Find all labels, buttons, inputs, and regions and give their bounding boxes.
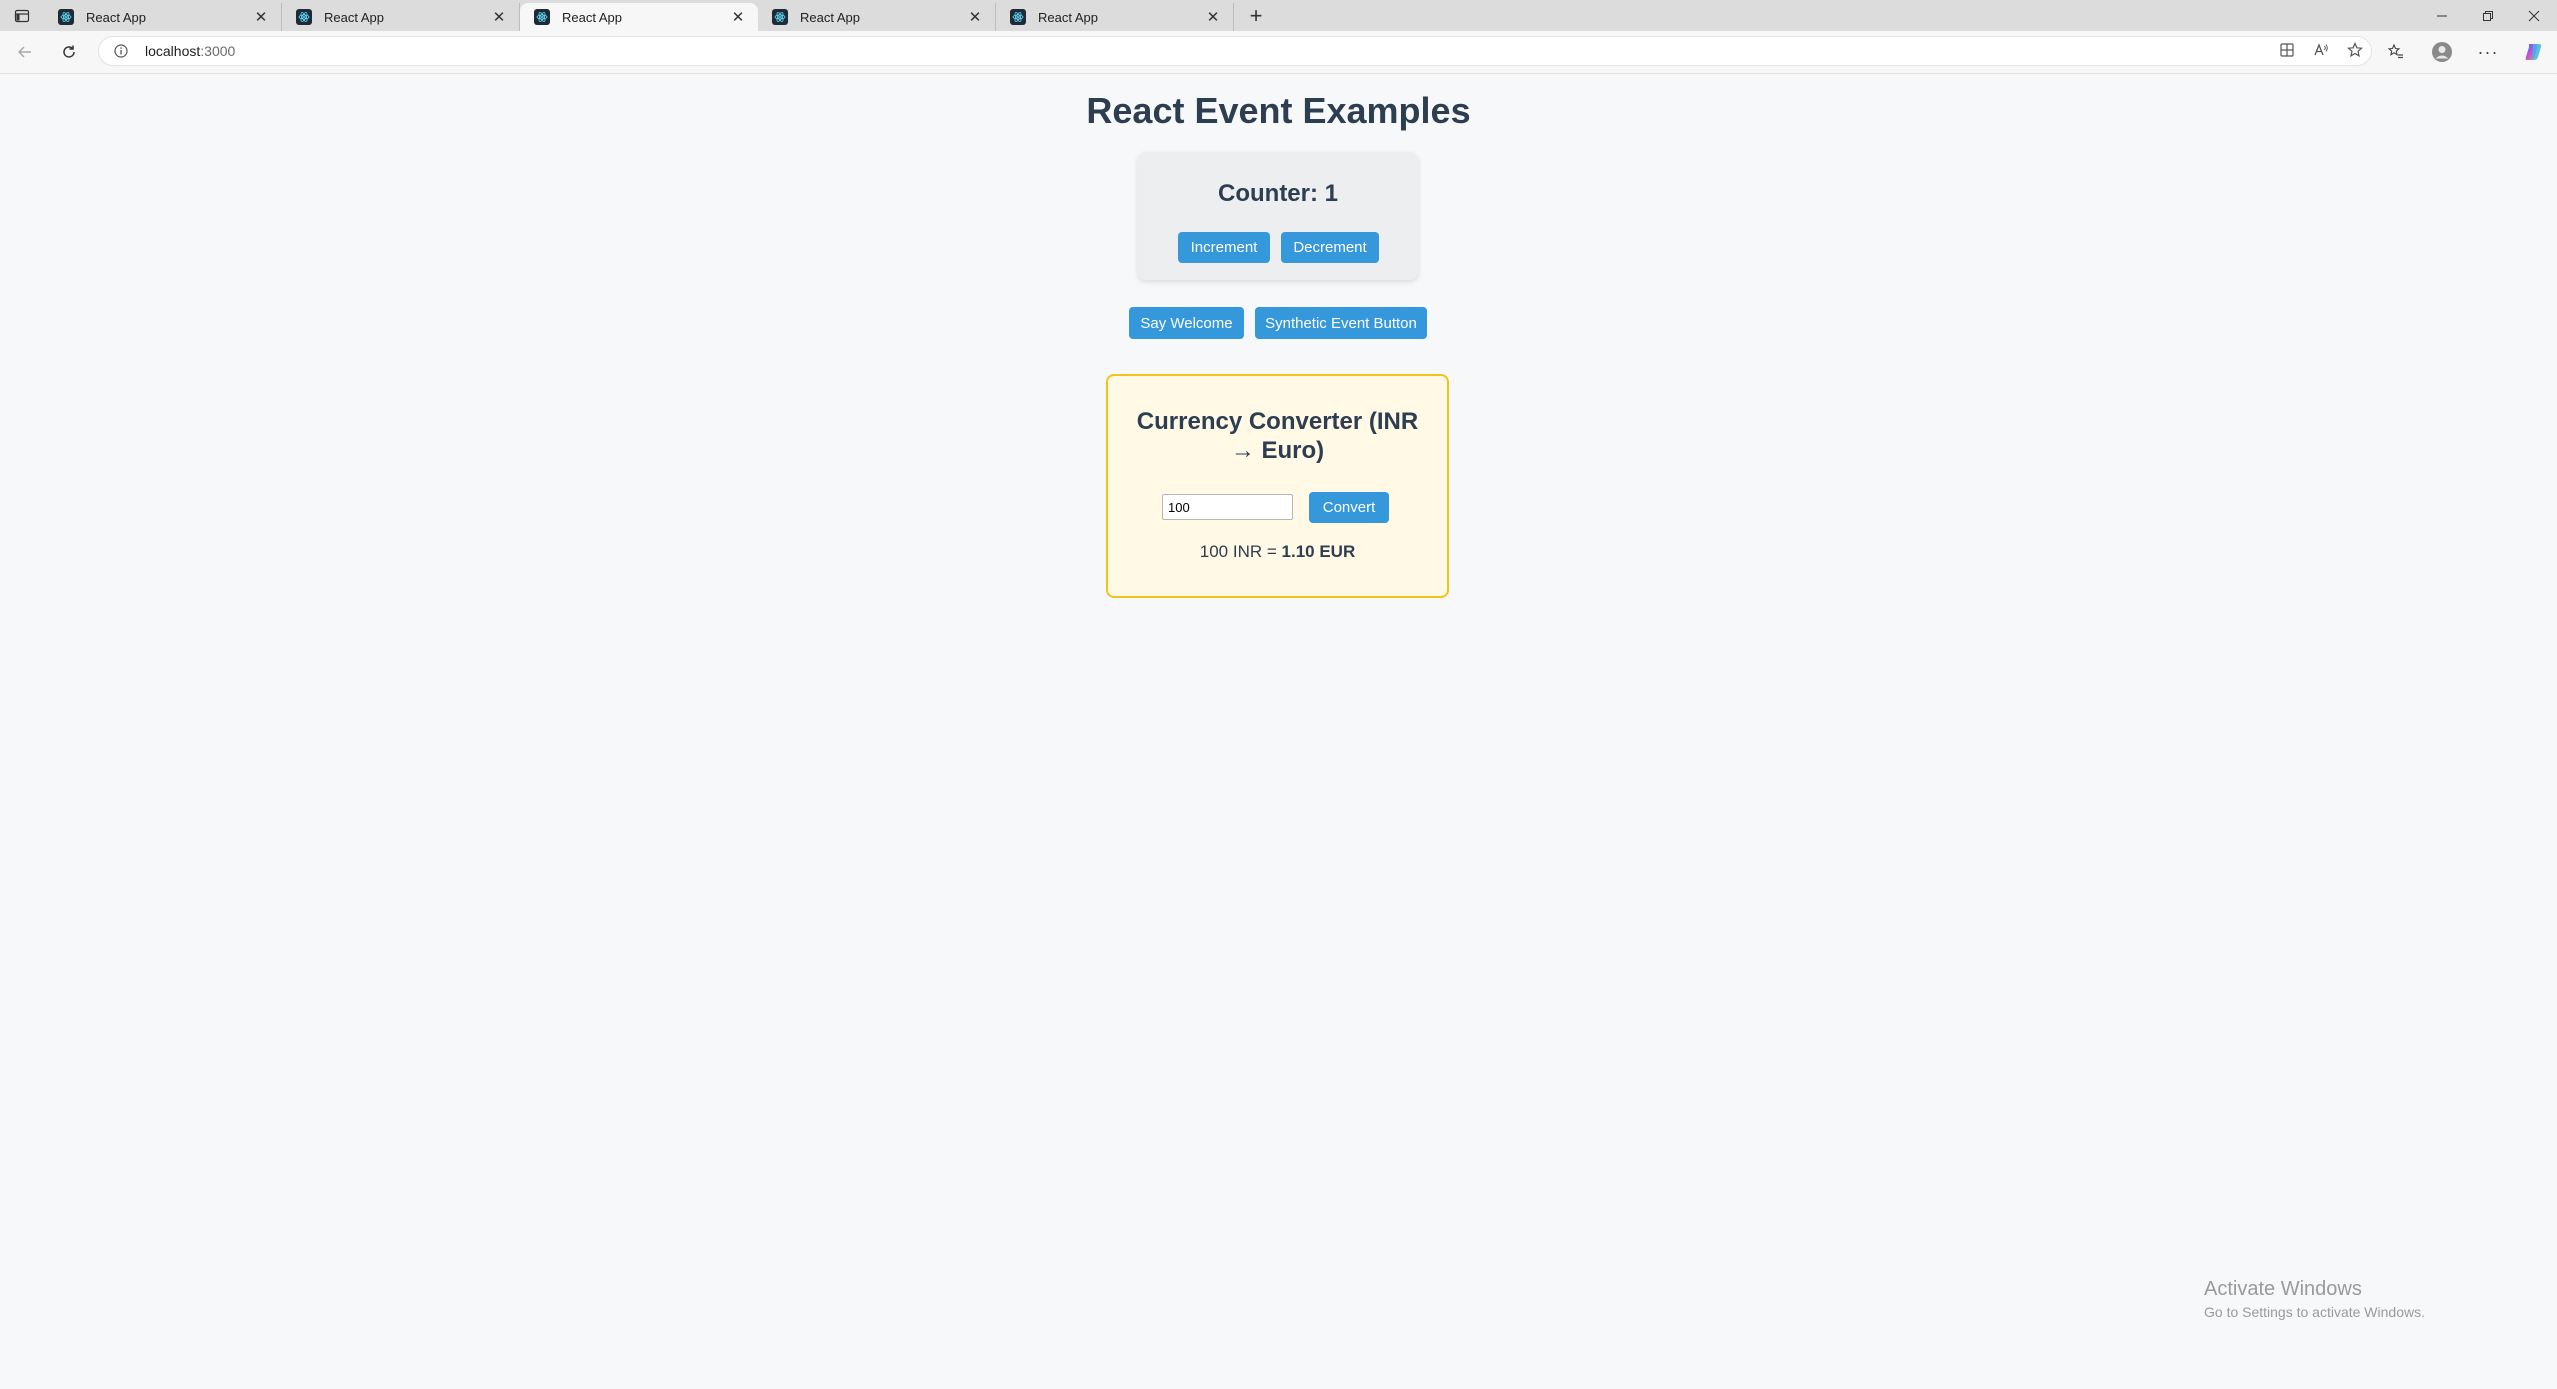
address-bar-row: localhost:3000 ···	[0, 31, 2557, 74]
back-arrow-icon	[17, 46, 31, 58]
favorites-icon	[2387, 43, 2403, 59]
profile-button[interactable]	[2419, 31, 2465, 73]
tab-close-icon[interactable]: ✕	[965, 8, 985, 26]
tab-close-icon[interactable]: ✕	[728, 8, 748, 26]
currency-converter-card: Currency Converter (INR → Euro) Convert …	[1106, 374, 1449, 598]
restore-icon	[2483, 10, 2493, 21]
copilot-button[interactable]	[2511, 31, 2557, 73]
tab-actions-button[interactable]	[0, 0, 44, 31]
activate-windows-title: Activate Windows	[2204, 1278, 2362, 1300]
decrement-button[interactable]: Decrement	[1281, 232, 1379, 263]
browser-tab[interactable]: React App ✕	[758, 3, 996, 31]
refresh-icon	[63, 45, 75, 58]
tab-title: React App	[800, 9, 860, 25]
counter-label: Counter: 1	[1218, 180, 1338, 207]
minimize-button[interactable]	[2419, 0, 2465, 31]
url-host: localhost	[145, 43, 201, 59]
tab-close-icon[interactable]: ✕	[489, 8, 509, 26]
currency-title-line1: Currency Converter (INR	[1136, 408, 1419, 435]
profile-avatar-icon	[2432, 42, 2452, 62]
tab-bar: React App ✕ React App ✕ React App ✕ Reac…	[0, 0, 2557, 31]
browser-tab[interactable]: React App ✕	[996, 3, 1234, 31]
synthetic-event-button[interactable]: Synthetic Event Button	[1255, 307, 1427, 339]
convert-button[interactable]: Convert	[1309, 492, 1389, 523]
result-prefix: 100 INR =	[1199, 542, 1282, 561]
react-favicon-icon	[772, 9, 788, 25]
conversion-result: 100 INR = 1.10 EUR	[1108, 542, 1447, 562]
react-favicon-icon	[534, 9, 550, 25]
amount-input[interactable]	[1162, 494, 1293, 520]
new-tab-button[interactable]: +	[1234, 0, 1278, 31]
tab-actions-icon	[14, 9, 30, 22]
favorites-button[interactable]	[2373, 31, 2419, 73]
react-favicon-icon	[1010, 9, 1026, 25]
favorite-star-icon[interactable]	[2347, 41, 2363, 63]
url-port: :3000	[200, 43, 236, 59]
react-favicon-icon	[296, 9, 312, 25]
copilot-icon	[2525, 44, 2542, 60]
currency-title-line2: → Euro)	[1230, 437, 1325, 464]
counter-card: Counter: 1 Increment Decrement	[1138, 152, 1418, 280]
browser-tab[interactable]: React App ✕	[44, 3, 282, 31]
activate-windows-subtitle: Go to Settings to activate Windows.	[2204, 1304, 2425, 1320]
browser-tab-active[interactable]: React App ✕	[520, 3, 758, 31]
tab-close-icon[interactable]: ✕	[251, 8, 271, 26]
url-field[interactable]: localhost:3000	[98, 36, 2372, 66]
currency-converter-title: Currency Converter (INR → Euro)	[1108, 407, 1447, 465]
ellipsis-icon: ···	[2477, 41, 2499, 62]
window-controls	[2419, 0, 2557, 31]
page-content: React Event Examples Counter: 1 Incremen…	[0, 74, 2557, 1389]
omnibox-actions	[2279, 37, 2363, 67]
tab-title: React App	[1038, 9, 1098, 25]
back-button[interactable]	[4, 31, 46, 73]
refresh-button[interactable]	[48, 31, 90, 73]
settings-more-button[interactable]: ···	[2465, 31, 2511, 73]
browser-tab[interactable]: React App ✕	[282, 3, 520, 31]
url-text: localhost:3000	[145, 43, 235, 59]
close-icon	[2528, 10, 2540, 21]
read-aloud-icon[interactable]	[2313, 42, 2329, 63]
tab-title: React App	[562, 9, 622, 25]
say-welcome-button[interactable]: Say Welcome	[1129, 307, 1244, 339]
page-title: React Event Examples	[1086, 90, 1471, 131]
app-available-icon[interactable]	[2279, 42, 2295, 63]
tab-title: React App	[324, 9, 384, 25]
site-info-icon[interactable]	[105, 44, 137, 58]
tab-title: React App	[86, 9, 146, 25]
plus-icon: +	[1249, 2, 1263, 28]
react-favicon-icon	[58, 9, 74, 25]
minimize-icon	[2437, 15, 2447, 16]
browser-toolbar: ···	[2373, 31, 2557, 73]
restore-button[interactable]	[2465, 0, 2511, 31]
increment-button[interactable]: Increment	[1178, 232, 1270, 263]
close-window-button[interactable]	[2511, 0, 2557, 31]
result-value: 1.10 EUR	[1281, 542, 1356, 561]
activate-windows-watermark: Activate Windows Go to Settings to activ…	[2204, 1278, 2425, 1320]
tab-close-icon[interactable]: ✕	[1203, 8, 1223, 26]
